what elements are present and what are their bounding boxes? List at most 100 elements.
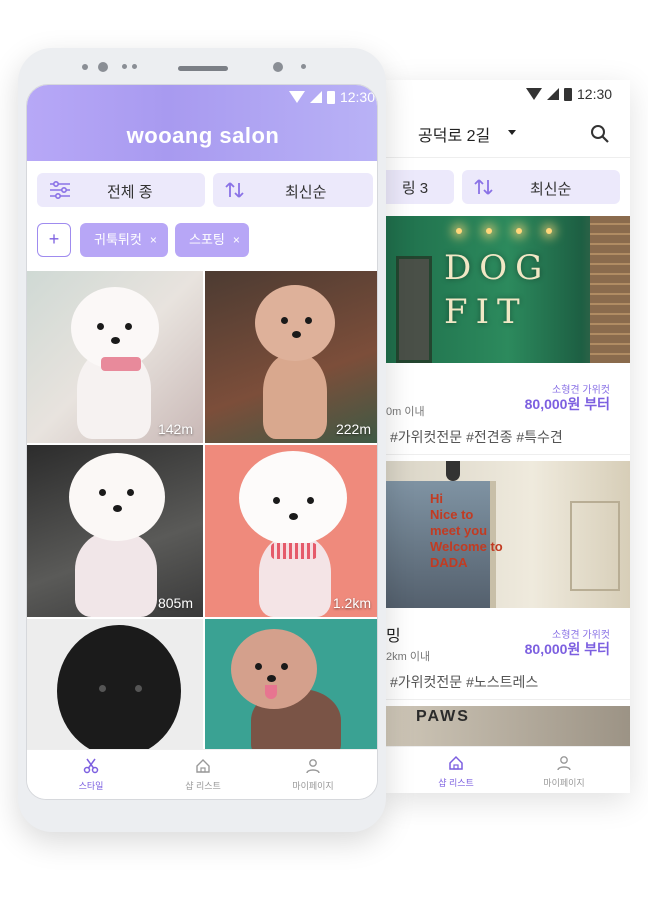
distance-label: 1.2km: [332, 595, 371, 611]
search-icon[interactable]: [590, 124, 610, 144]
signal-icon: [309, 91, 322, 103]
dog-eye: [255, 663, 262, 670]
light-icon: [486, 228, 492, 234]
nav-style[interactable]: 스타일: [41, 758, 141, 792]
filter-chip-partial[interactable]: 링 3: [386, 170, 454, 204]
dog-head: [239, 451, 347, 545]
dog-eye: [281, 317, 288, 324]
add-tag-button[interactable]: +: [37, 223, 71, 257]
tag-label: 귀툭튀컷: [94, 232, 142, 247]
status-time: 12:30: [577, 86, 613, 102]
phone-frame: 12:30 wooang salon 전체 종 최신순 + 귀툭튀컷 × 스포팅 ×: [18, 48, 386, 832]
app-header: 12:30 wooang salon: [27, 85, 377, 161]
dog-nose: [113, 505, 122, 512]
tag-label: 스포팅: [189, 232, 225, 247]
sort-filter[interactable]: 최신순: [213, 173, 373, 207]
camera-icon: [273, 62, 283, 72]
sort-chip[interactable]: 최신순: [462, 170, 620, 204]
style-photo[interactable]: 1.2km: [205, 445, 377, 617]
nav-label: 마이페이지: [543, 778, 585, 788]
dog-tongue: [265, 685, 277, 699]
filter-chip-label: 링 3: [401, 179, 429, 197]
price: 80,000원 부터: [524, 641, 610, 657]
light-icon: [546, 228, 552, 234]
bottom-nav: 샵 리스트 마이페이지: [386, 746, 630, 793]
style-screen: 12:30 wooang salon 전체 종 최신순 + 귀툭튀컷 × 스포팅 ×: [26, 84, 378, 800]
shelf: [570, 501, 620, 591]
bow-tie: [271, 543, 317, 559]
location-selector[interactable]: 공덕로 2길: [418, 122, 490, 146]
style-photo[interactable]: [27, 619, 203, 751]
bow-tie: [101, 357, 141, 371]
home-icon: [449, 755, 463, 770]
nav-label: 마이페이지: [292, 781, 334, 791]
battery-icon: [326, 90, 335, 104]
app-title: wooang salon: [126, 123, 280, 148]
shop-list-screen: 12:30 공덕로 2길 링 3 최신순 DOG FIT 0m 이내 소형견 가…: [386, 80, 630, 793]
dog-eye: [281, 663, 288, 670]
style-photo[interactable]: 805m: [27, 445, 203, 617]
shop-photo[interactable]: Hi Nice to meet you Welcome to DADA: [386, 461, 630, 608]
dog-eye: [99, 489, 106, 496]
dog-eye: [135, 685, 142, 692]
dog-head: [69, 453, 165, 541]
speaker: [178, 66, 228, 71]
nav-label: 스타일: [78, 781, 104, 791]
style-photo[interactable]: [205, 619, 377, 751]
shop-name: 밍: [386, 628, 401, 645]
shop-card[interactable]: 밍 2km 이내 소형견 가위컷 80,000원 부터 #가위컷전문 #노스트레…: [386, 608, 630, 700]
sensor-dot: [82, 64, 88, 70]
location-header: 공덕로 2길: [386, 112, 630, 158]
close-icon[interactable]: ×: [233, 233, 240, 247]
dog-eye: [305, 317, 312, 324]
shop-photo[interactable]: DOG FIT: [386, 216, 630, 363]
dog-head: [255, 285, 335, 361]
camera-icon: [98, 62, 108, 72]
sort-label: 최신순: [530, 181, 572, 198]
sort-icon: [474, 179, 493, 195]
person-icon: [557, 756, 571, 771]
shop-distance: 2km 이내: [386, 651, 431, 663]
wifi-icon: [288, 91, 305, 103]
dog-body: [75, 531, 157, 617]
nav-mypage[interactable]: 마이페이지: [263, 758, 363, 792]
light-icon: [516, 228, 522, 234]
style-photo[interactable]: 222m: [205, 271, 377, 443]
style-tag[interactable]: 스포팅 ×: [175, 223, 249, 257]
style-tag[interactable]: 귀툭튀컷 ×: [80, 223, 168, 257]
shop-card[interactable]: 0m 이내 소형견 가위컷 80,000원 부터 #가위컷전문 #전견종 #특수…: [386, 363, 630, 455]
status-bar: 12:30: [526, 86, 612, 102]
battery-icon: [564, 87, 572, 101]
dog-nose: [292, 331, 301, 338]
dog-eye: [99, 685, 106, 692]
price: 80,000원 부터: [524, 396, 610, 412]
nav-label: 샵 리스트: [438, 778, 474, 788]
shop-photo[interactable]: PAWS: [386, 706, 630, 746]
close-icon[interactable]: ×: [150, 233, 157, 247]
breed-filter[interactable]: 전체 종: [37, 173, 205, 207]
shop-tags: #가위컷전문 #전견종 #특수견: [390, 429, 563, 445]
home-icon: [196, 759, 210, 773]
dog-body: [263, 353, 327, 439]
wifi-icon: [526, 88, 542, 100]
dog-eye: [273, 497, 280, 504]
signal-icon: [547, 88, 559, 100]
nav-mypage[interactable]: 마이페이지: [524, 755, 604, 789]
sensor-dot: [122, 64, 127, 69]
sort-filter-label: 최신순: [285, 184, 327, 201]
sensor-dot: [301, 64, 306, 69]
distance-label: 805m: [157, 595, 193, 611]
shop-door: [396, 256, 432, 363]
style-photo[interactable]: 142m: [27, 271, 203, 443]
lamp-icon: [446, 461, 460, 481]
status-time: 12:30: [339, 89, 375, 105]
nav-shop-list[interactable]: 샵 리스트: [416, 755, 496, 789]
nav-label: 샵 리스트: [185, 781, 221, 791]
dog-eye: [125, 323, 132, 330]
dog-nose: [267, 675, 276, 682]
dog-eye: [97, 323, 104, 330]
nav-shop-list[interactable]: 샵 리스트: [153, 758, 253, 792]
sensor-dot: [132, 64, 137, 69]
bottom-nav: 스타일 샵 리스트 마이페이지: [27, 749, 377, 799]
chevron-down-icon[interactable]: [508, 130, 516, 135]
